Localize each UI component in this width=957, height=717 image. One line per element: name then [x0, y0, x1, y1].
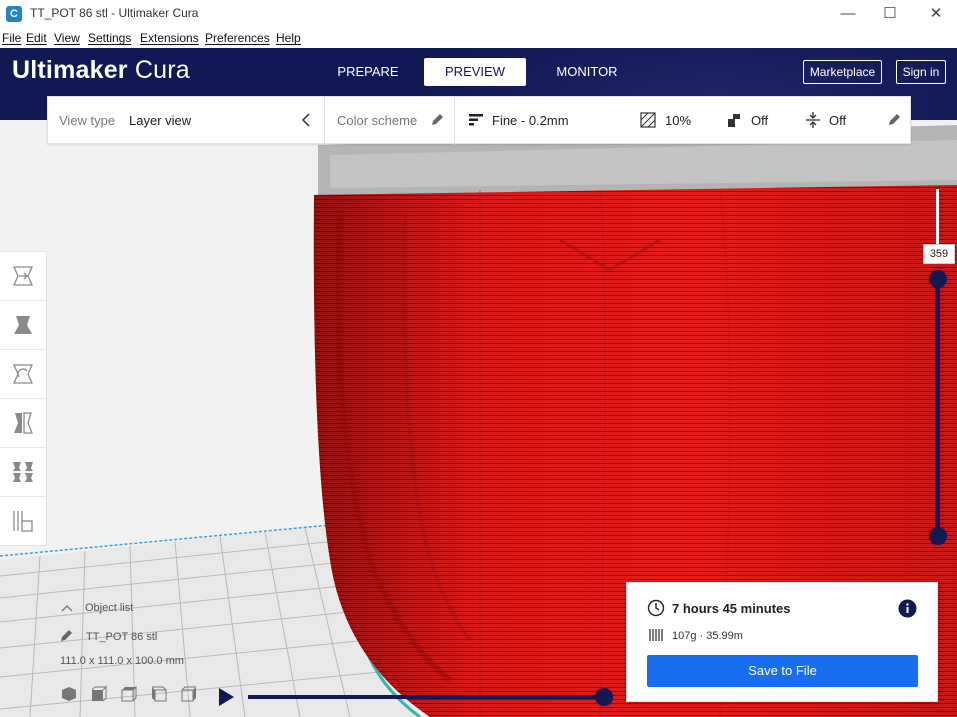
rotate-icon	[12, 364, 34, 384]
filament-icon	[649, 629, 663, 641]
menu-file[interactable]: File	[2, 31, 21, 45]
divider	[324, 97, 325, 145]
info-icon[interactable]	[898, 599, 917, 618]
ultimaker-cura-logo: Ultimaker Cura	[12, 56, 190, 84]
print-profile[interactable]: Fine - 0.2mm	[492, 113, 569, 128]
tab-prepare[interactable]: PREPARE	[328, 58, 408, 86]
menu-edit[interactable]: Edit	[26, 31, 47, 45]
menu-settings[interactable]: Settings	[88, 31, 131, 45]
pencil-icon[interactable]	[428, 111, 446, 129]
path-slider-handle[interactable]	[595, 688, 613, 706]
scale-tool[interactable]	[0, 301, 46, 350]
save-to-file-button[interactable]: Save to File	[647, 655, 918, 687]
top-view-icon[interactable]	[121, 686, 137, 702]
left-view-icon[interactable]	[151, 686, 167, 702]
right-view-icon[interactable]	[181, 686, 197, 702]
per-model-settings-icon	[13, 462, 33, 482]
play-simulation-button[interactable]	[219, 688, 234, 706]
print-time: 7 hours 45 minutes	[672, 601, 791, 616]
menu-preferences[interactable]: Preferences	[205, 31, 270, 45]
object-list-toggle[interactable]: Object list	[85, 602, 133, 614]
layer-slider-upper-handle[interactable]	[929, 270, 947, 288]
support-blocker-tool[interactable]	[0, 497, 46, 546]
chevron-up-icon[interactable]	[60, 603, 74, 613]
pencil-icon[interactable]	[59, 629, 75, 643]
support-icon	[728, 114, 740, 127]
title-bar: C TT_POT 86 stl - Ultimaker Cura — ☐ ✕	[0, 0, 957, 28]
mirror-tool[interactable]	[0, 399, 46, 448]
path-slider-track[interactable]	[248, 695, 604, 699]
view-options-bar: View type Layer view Color scheme Fine -…	[47, 96, 911, 145]
menu-extensions[interactable]: Extensions	[140, 31, 199, 45]
marketplace-button[interactable]: Marketplace	[803, 60, 882, 84]
3d-view-icon[interactable]	[61, 686, 77, 702]
color-scheme-label[interactable]: Color scheme	[337, 113, 417, 128]
material-usage: 107g · 35.99m	[672, 630, 743, 642]
menu-view[interactable]: View	[54, 31, 80, 45]
per-model-settings-tool[interactable]	[0, 448, 46, 497]
pencil-icon[interactable]	[885, 111, 903, 129]
sign-in-button[interactable]: Sign in	[896, 60, 946, 84]
cura-app-icon: C	[6, 6, 22, 22]
profile-bars-icon	[469, 114, 483, 126]
infill-icon	[640, 112, 656, 128]
rotate-tool[interactable]	[0, 350, 46, 399]
view-type-label: View type	[59, 113, 116, 128]
adhesion-value[interactable]: Off	[829, 113, 846, 128]
layer-slider-range[interactable]	[935, 279, 940, 536]
support-value[interactable]: Off	[751, 113, 768, 128]
menu-help[interactable]: Help	[276, 31, 301, 45]
view-type-dropdown[interactable]: Layer view	[129, 113, 191, 128]
tool-panel	[0, 251, 47, 546]
mirror-icon	[14, 412, 33, 434]
chevron-left-icon[interactable]	[298, 111, 316, 129]
clock-icon	[647, 599, 665, 617]
divider	[454, 97, 455, 145]
window-title: TT_POT 86 stl - Ultimaker Cura	[30, 6, 199, 20]
tab-monitor[interactable]: MONITOR	[544, 58, 630, 86]
layer-slider-lower-handle[interactable]	[929, 527, 947, 545]
minimize-button[interactable]: —	[825, 0, 871, 28]
object-info-panel: Object list TT_POT 86 stl 111.0 x 111.0 …	[0, 596, 360, 706]
close-button[interactable]: ✕	[913, 0, 957, 28]
move-tool[interactable]	[0, 252, 46, 301]
maximize-button[interactable]: ☐	[867, 0, 913, 28]
layer-number[interactable]: 359	[923, 244, 955, 264]
tab-preview[interactable]: PREVIEW	[424, 58, 526, 86]
infill-value[interactable]: 10%	[665, 113, 691, 128]
object-name[interactable]: TT_POT 86 stl	[86, 631, 157, 643]
print-info-panel: 7 hours 45 minutes 107g · 35.99m Save to…	[626, 582, 938, 702]
scale-icon	[14, 316, 32, 334]
front-view-icon[interactable]	[91, 686, 107, 702]
object-dimensions: 111.0 x 111.0 x 100.0 mm	[60, 655, 184, 667]
support-blocker-icon	[13, 511, 33, 532]
move-icon	[12, 266, 34, 286]
adhesion-icon	[806, 112, 820, 128]
layer-slider-track[interactable]	[936, 189, 939, 249]
menu-bar: File Edit View Settings Extensions Prefe…	[0, 28, 957, 48]
